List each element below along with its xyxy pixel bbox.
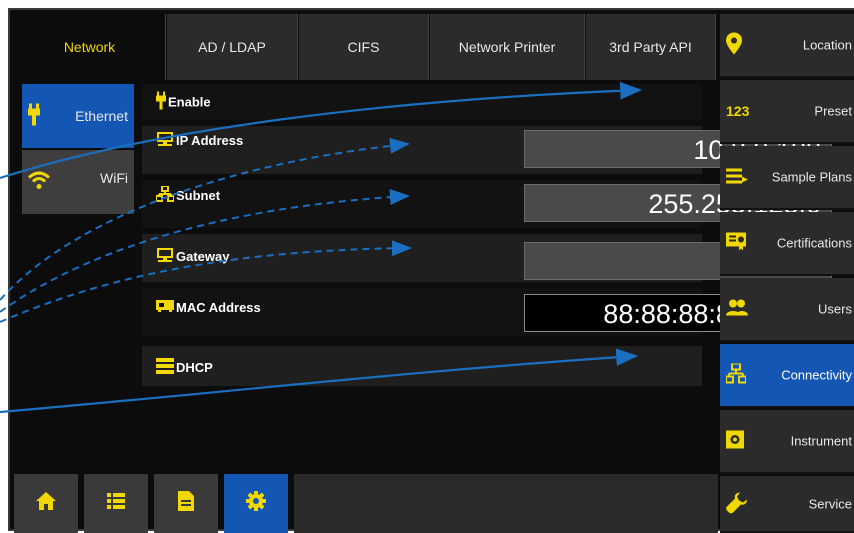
gear-box-icon	[726, 430, 744, 452]
home-button[interactable]	[14, 474, 78, 533]
monitor-network-icon	[156, 132, 174, 149]
subnet-label: Subnet	[176, 188, 221, 203]
enable-label: Enable	[168, 94, 211, 110]
rightnav-instrument-label: Instrument	[790, 433, 852, 449]
network-card-icon	[156, 300, 174, 315]
users-icon	[726, 299, 748, 319]
settings-button[interactable]	[224, 474, 288, 533]
gear-icon	[246, 491, 266, 516]
rightnav-sample-plans-label: Sample Plans	[771, 169, 852, 185]
subnav-wifi[interactable]: WiFi	[22, 150, 134, 214]
ip-address-label: IP Address	[176, 133, 244, 148]
subnav-wifi-label: WiFi	[100, 170, 128, 186]
rightnav-users[interactable]: Users	[720, 278, 854, 342]
wifi-icon	[27, 171, 51, 193]
home-icon	[36, 492, 56, 515]
tab-network[interactable]: Network	[14, 14, 166, 80]
list-icon	[107, 493, 125, 514]
rightnav-users-label: Users	[818, 301, 852, 317]
rightnav-sample-plans[interactable]: Sample Plans	[720, 146, 854, 210]
connectivity-tree-icon	[725, 362, 747, 387]
list-arrow-icon	[726, 168, 748, 187]
row-gateway: Gateway 10.8.0.1	[142, 234, 832, 282]
toolbar-spacer	[294, 474, 718, 533]
network-tree-icon	[155, 185, 175, 205]
rightnav-preset-label: Preset	[814, 103, 852, 119]
numbers-icon: 123	[726, 103, 750, 119]
ethernet-plug-icon	[28, 103, 40, 129]
rightnav-location-label: Location	[802, 37, 852, 53]
mac-address-label: MAC Address	[176, 300, 261, 315]
row-enable: Enable	[142, 84, 828, 120]
plug-icon	[156, 91, 166, 113]
wrench-icon	[726, 491, 748, 516]
subnav-ethernet-label: Ethernet	[75, 108, 128, 124]
certificate-icon	[726, 232, 746, 254]
rightnav-service-label: Service	[808, 496, 852, 511]
rightnav-connectivity-label: Connectivity	[781, 367, 852, 383]
gateway-monitor-icon	[156, 248, 174, 265]
rightnav-location[interactable]: Location	[720, 14, 854, 78]
location-pin-icon	[726, 32, 742, 58]
rightnav-service[interactable]: Service	[720, 476, 854, 533]
rightnav-instrument[interactable]: Instrument	[720, 410, 854, 474]
server-icon	[156, 358, 174, 377]
list-button[interactable]	[84, 474, 148, 533]
subnav-ethernet[interactable]: Ethernet	[22, 84, 134, 148]
tab-cifs[interactable]: CIFS	[299, 14, 429, 80]
gateway-label: Gateway	[176, 249, 230, 264]
row-dhcp: DHCP	[142, 346, 828, 386]
device-screen: Network AD / LDAP CIFS Network Printer 3…	[8, 8, 854, 533]
tab-ad-ldap[interactable]: AD / LDAP	[167, 14, 298, 80]
row-mac-address: MAC Address 88:88:88:88:88:88	[142, 288, 832, 336]
tab-network-printer[interactable]: Network Printer	[430, 14, 585, 80]
tab-3rd-party-api[interactable]: 3rd Party API	[586, 14, 716, 80]
row-subnet: Subnet 255.255.128.0	[142, 180, 832, 228]
rightnav-certifications-label: Certifications	[776, 235, 852, 251]
rightnav-connectivity[interactable]: Connectivity	[720, 344, 854, 408]
document-icon	[178, 491, 194, 516]
rightnav-certifications[interactable]: Certifications	[720, 212, 854, 276]
document-button[interactable]	[154, 474, 218, 533]
rightnav-preset[interactable]: 123 Preset	[720, 80, 854, 144]
row-ip-address: IP Address 10.8.0.100	[142, 126, 832, 174]
dhcp-label: DHCP	[176, 360, 213, 375]
